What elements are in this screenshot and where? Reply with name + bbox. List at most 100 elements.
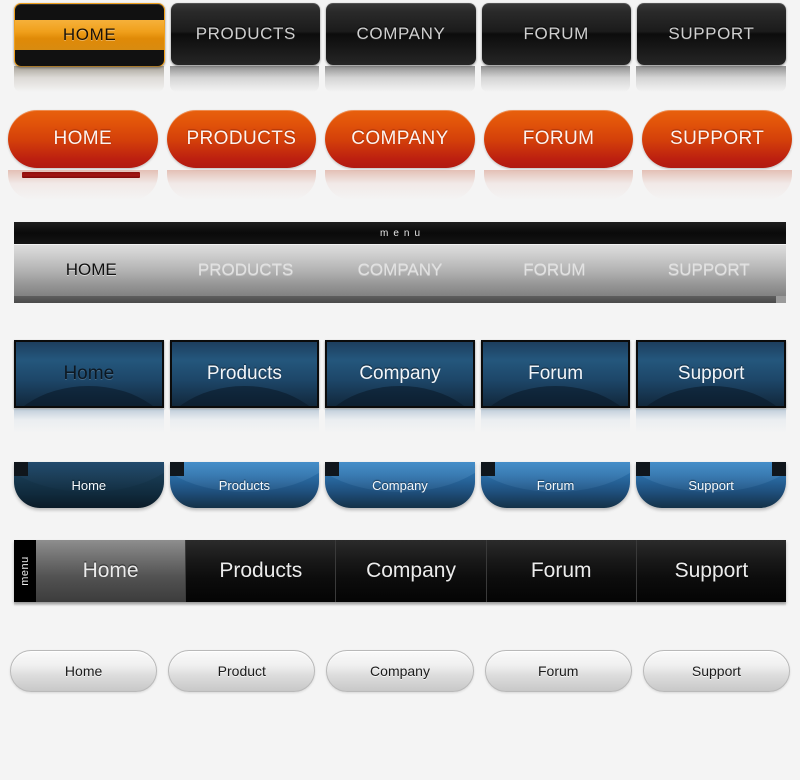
navset-grey-bar: menu Home Products Company Forum Support [0, 538, 800, 616]
tab-notch-icon [636, 462, 651, 476]
light-button-product[interactable]: Product [168, 650, 316, 692]
blue-tab-products[interactable]: Products [169, 462, 320, 508]
dark-button-company[interactable]: COMPANY [326, 3, 476, 65]
reflection-segment [325, 409, 475, 433]
grey-button-company[interactable]: Company [336, 540, 487, 602]
reflection-segment [636, 409, 786, 433]
navy-block-reflection [14, 409, 786, 433]
grey-button-forum[interactable]: Forum [486, 540, 637, 602]
orange-active-underline [22, 172, 140, 178]
navy-button-support-label: Support [677, 363, 745, 384]
tab-notch-icon [325, 462, 340, 476]
reflection-segment [480, 409, 631, 433]
navy-button-company[interactable]: Company [325, 340, 475, 408]
blue-tab-products-label: Products [218, 477, 271, 493]
blue-tab-forum-label: Forum [536, 477, 575, 493]
orange-button-home[interactable]: HOME [8, 110, 158, 168]
reflection-segment [325, 170, 475, 200]
orange-button-forum[interactable]: FORUM [483, 110, 634, 168]
blue-tab-home[interactable]: Home [14, 462, 164, 508]
reflection-segment [483, 170, 634, 200]
silver-item-products[interactable]: PRODUCTS [168, 260, 322, 280]
dark-button-home[interactable]: HOME [14, 3, 166, 67]
dark-button-support-label: SUPPORT [668, 24, 755, 43]
silver-bar-items: HOME PRODUCTS COMPANY FORUM SUPPORT [14, 244, 786, 296]
dark-rounded-button-strip: HOME PRODUCTS COMPANY FORUM SUPPORT [14, 3, 787, 67]
light-button-support[interactable]: Support [642, 650, 791, 692]
silver-item-support-label: SUPPORT [667, 260, 750, 279]
reflection-segment [14, 409, 164, 433]
grey-button-forum-label: Forum [530, 559, 592, 582]
navy-button-home-label: Home [63, 363, 115, 384]
reflection-segment [642, 170, 792, 200]
silver-item-company-label: COMPANY [357, 260, 443, 279]
navy-button-products-label: Products [206, 363, 282, 384]
navset-silver-bar: menu HOME PRODUCTS COMPANY FORUM SUPPORT [0, 222, 800, 314]
light-button-support-label: Support [691, 663, 741, 679]
blue-tab-support[interactable]: Support [636, 462, 786, 508]
light-button-company[interactable]: Company [326, 650, 474, 692]
reflection-segment [169, 66, 320, 92]
silver-item-forum-label: FORUM [523, 260, 586, 279]
silver-bar-footer-shadow [14, 296, 786, 303]
reflection-segment [14, 66, 164, 92]
orange-button-home-label: HOME [53, 128, 113, 149]
orange-button-support[interactable]: SUPPORT [642, 110, 792, 168]
silver-item-home-label: HOME [65, 260, 117, 279]
silver-item-forum[interactable]: FORUM [477, 260, 631, 280]
silver-bar-header: menu [14, 222, 786, 244]
navset-navy-blocks: Home Products Company Forum Support [0, 336, 800, 444]
navy-button-company-label: Company [359, 363, 441, 384]
orange-button-support-label: SUPPORT [670, 128, 765, 149]
navy-button-products[interactable]: Products [169, 340, 320, 408]
navset-dark-rounded: HOME PRODUCTS COMPANY FORUM SUPPORT [0, 0, 800, 95]
navy-button-forum-label: Forum [528, 363, 584, 384]
blue-tab-company[interactable]: Company [325, 462, 475, 508]
light-button-company-label: Company [370, 663, 430, 679]
silver-item-support[interactable]: SUPPORT [632, 260, 786, 280]
tab-notch-icon-right [771, 462, 786, 476]
reflection-segment [166, 170, 317, 200]
blue-tab-forum[interactable]: Forum [480, 462, 631, 508]
grey-button-products[interactable]: Products [186, 540, 337, 602]
light-button-forum-label: Forum [537, 663, 579, 679]
navy-button-support[interactable]: Support [636, 340, 786, 408]
silver-item-products-label: PRODUCTS [197, 260, 294, 279]
grey-bar-menu-tab-label: menu [19, 556, 31, 586]
blue-tab-support-label: Support [688, 477, 734, 493]
tab-notch-icon [14, 462, 28, 476]
reflection-segment [480, 66, 631, 92]
grey-bar-footer-shadow [14, 602, 786, 606]
orange-button-company-label: COMPANY [351, 128, 449, 149]
dark-button-home-label: HOME [62, 25, 117, 44]
light-button-forum[interactable]: Forum [484, 650, 632, 692]
grey-bar-menu-tab[interactable]: menu [14, 540, 36, 602]
orange-button-products-label: PRODUCTS [186, 128, 297, 149]
grey-button-products-label: Products [219, 559, 303, 582]
navy-block-strip: Home Products Company Forum Support [14, 340, 786, 408]
navset-orange-pills: HOME PRODUCTS COMPANY FORUM SUPPORT [0, 104, 800, 204]
orange-button-company[interactable]: COMPANY [325, 110, 475, 168]
button-set-canvas: HOME PRODUCTS COMPANY FORUM SUPPORT HOME… [0, 0, 800, 780]
blue-tab-home-label: Home [71, 477, 107, 493]
reflection-segment [169, 409, 320, 433]
light-button-product-label: Product [217, 663, 266, 679]
dark-button-products[interactable]: PRODUCTS [171, 3, 321, 65]
dark-button-support[interactable]: SUPPORT [636, 3, 787, 65]
navset-blue-tabs: Home Products Company Forum Support [0, 452, 800, 528]
grey-button-home[interactable]: Home [36, 540, 187, 602]
navy-button-forum[interactable]: Forum [480, 340, 631, 408]
blue-tab-company-label: Company [372, 477, 428, 493]
grey-button-support[interactable]: Support [636, 540, 787, 602]
dark-button-company-label: COMPANY [356, 24, 446, 43]
light-button-home[interactable]: Home [10, 650, 158, 692]
dark-button-forum[interactable]: FORUM [481, 3, 631, 65]
silver-item-company[interactable]: COMPANY [323, 260, 477, 280]
tab-notch-icon [169, 462, 184, 476]
navy-button-home[interactable]: Home [14, 340, 164, 408]
navset-light-pills: Home Product Company Forum Support [0, 644, 800, 706]
orange-button-forum-label: FORUM [522, 128, 595, 149]
orange-button-products[interactable]: PRODUCTS [166, 110, 317, 168]
silver-item-home[interactable]: HOME [14, 260, 168, 280]
grey-button-support-label: Support [674, 559, 749, 582]
